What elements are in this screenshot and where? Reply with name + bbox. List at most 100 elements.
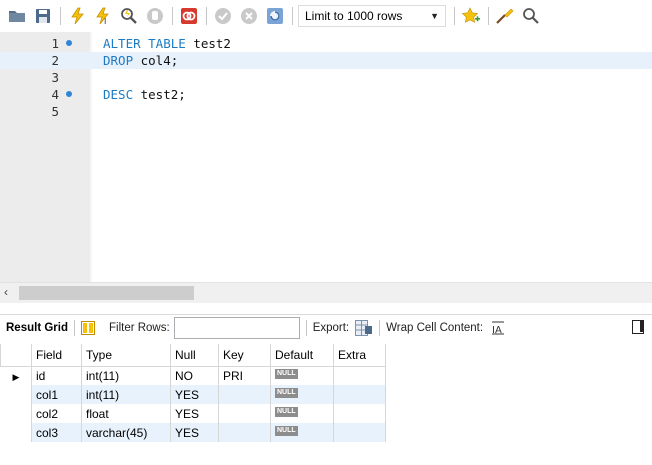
sql-keyword: DROP bbox=[103, 53, 134, 68]
add-snippet-icon[interactable] bbox=[460, 5, 482, 27]
sql-keyword: ALTER TABLE bbox=[103, 36, 186, 51]
stop-icon[interactable] bbox=[144, 5, 166, 27]
editor-line[interactable]: 1 ALTER TABLE test2 bbox=[0, 35, 652, 52]
cell-type[interactable]: float bbox=[81, 404, 171, 423]
cell-extra[interactable] bbox=[333, 366, 386, 385]
table-header-row: Field Type Null Key Default Extra bbox=[0, 344, 386, 367]
chevron-down-icon: ▼ bbox=[430, 11, 439, 21]
toolbar-separator bbox=[292, 7, 293, 25]
table-row[interactable]: ▶ id int(11) NO PRI NULL bbox=[0, 366, 386, 385]
toggle-continue-icon[interactable] bbox=[178, 5, 200, 27]
limit-rows-select[interactable]: Limit to 1000 rows ▼ bbox=[298, 5, 446, 27]
editor-line-current[interactable]: 2 DROP col4; bbox=[0, 52, 652, 69]
toggle-side-panel-icon[interactable] bbox=[632, 320, 644, 334]
column-header-field[interactable]: Field bbox=[31, 344, 82, 367]
result-grid-tab[interactable]: Result Grid bbox=[6, 322, 68, 334]
column-header-type[interactable]: Type bbox=[81, 344, 171, 367]
row-indicator-header bbox=[0, 344, 32, 367]
current-row-arrow-icon: ▶ bbox=[12, 371, 20, 382]
row-indicator[interactable] bbox=[0, 423, 32, 442]
result-toolbar: Result Grid Filter Rows: Export: Wrap Ce… bbox=[0, 314, 652, 340]
table-row[interactable]: col2 float YES NULL bbox=[0, 404, 386, 423]
form-editor-icon[interactable] bbox=[80, 320, 95, 335]
cell-type[interactable]: int(11) bbox=[81, 366, 171, 385]
execute-icon[interactable] bbox=[66, 5, 88, 27]
column-header-extra[interactable]: Extra bbox=[333, 344, 386, 367]
cell-extra[interactable] bbox=[333, 385, 386, 404]
toolbar-separator bbox=[454, 7, 455, 25]
find-icon[interactable] bbox=[520, 5, 542, 27]
export-icon[interactable] bbox=[355, 319, 373, 336]
wrap-cell-icon[interactable]: IA bbox=[491, 321, 505, 335]
line-number: 4 bbox=[51, 87, 59, 102]
line-number: 5 bbox=[51, 104, 59, 119]
null-badge: NULL bbox=[275, 387, 298, 398]
cell-key[interactable]: PRI bbox=[218, 366, 271, 385]
execute-current-icon[interactable]: I bbox=[92, 5, 114, 27]
scroll-left-arrow-icon[interactable]: ‹ bbox=[4, 285, 8, 299]
cell-key[interactable] bbox=[218, 423, 271, 442]
statement-marker-icon bbox=[66, 91, 72, 97]
cell-key[interactable] bbox=[218, 385, 271, 404]
svg-text:I: I bbox=[104, 17, 106, 25]
commit-icon[interactable] bbox=[212, 5, 234, 27]
explain-icon[interactable] bbox=[118, 5, 140, 27]
cell-null[interactable]: YES bbox=[170, 385, 219, 404]
column-header-null[interactable]: Null bbox=[170, 344, 219, 367]
cell-null[interactable]: YES bbox=[170, 404, 219, 423]
filter-rows-input[interactable] bbox=[173, 316, 300, 339]
cell-default[interactable]: NULL bbox=[270, 366, 334, 385]
toolbar-separator bbox=[73, 319, 75, 336]
rollback-icon[interactable] bbox=[238, 5, 260, 27]
result-grid-table[interactable]: Field Type Null Key Default Extra ▶ id i… bbox=[0, 344, 386, 442]
cell-type[interactable]: int(11) bbox=[81, 385, 171, 404]
line-number: 3 bbox=[51, 70, 59, 85]
column-header-default[interactable]: Default bbox=[270, 344, 334, 367]
cell-default[interactable]: NULL bbox=[270, 404, 334, 423]
statement-marker-icon bbox=[66, 40, 72, 46]
wrap-cell-content-label: Wrap Cell Content: bbox=[386, 321, 484, 334]
column-header-key[interactable]: Key bbox=[218, 344, 271, 367]
cell-null[interactable]: NO bbox=[170, 366, 219, 385]
cell-type[interactable]: varchar(45) bbox=[81, 423, 171, 442]
cell-null[interactable]: YES bbox=[170, 423, 219, 442]
toolbar-separator bbox=[305, 319, 307, 336]
table-row[interactable]: col1 int(11) YES NULL bbox=[0, 385, 386, 404]
code-text: DROP col4; bbox=[103, 52, 178, 69]
cell-field[interactable]: col3 bbox=[31, 423, 82, 442]
export-label: Export: bbox=[312, 321, 350, 334]
row-indicator[interactable]: ▶ bbox=[0, 366, 32, 385]
code-text: ALTER TABLE test2 bbox=[103, 35, 231, 52]
cell-extra[interactable] bbox=[333, 423, 386, 442]
open-folder-icon[interactable] bbox=[6, 5, 28, 27]
sql-identifier: test2; bbox=[133, 87, 186, 102]
sql-identifier: col4; bbox=[133, 53, 179, 68]
limit-rows-label: Limit to 1000 rows bbox=[305, 9, 403, 23]
save-icon[interactable] bbox=[32, 5, 54, 27]
editor-line[interactable]: 5 bbox=[0, 103, 652, 120]
cell-default[interactable]: NULL bbox=[270, 423, 334, 442]
editor-line[interactable]: 3 bbox=[0, 69, 652, 86]
sql-editor-toolbar: I Limit to 1000 rows ▼ bbox=[0, 0, 652, 32]
row-indicator[interactable] bbox=[0, 404, 32, 423]
cell-field[interactable]: col1 bbox=[31, 385, 82, 404]
beautify-icon[interactable] bbox=[494, 5, 516, 27]
code-text: DESC test2; bbox=[103, 86, 186, 103]
cell-extra[interactable] bbox=[333, 404, 386, 423]
filter-rows-label: Filter Rows: bbox=[108, 321, 170, 334]
autocommit-icon[interactable] bbox=[264, 5, 286, 27]
sql-editor[interactable]: 1 ALTER TABLE test2 2 DROP col4; 3 4 DES… bbox=[0, 32, 652, 282]
editor-line[interactable]: 4 DESC test2; bbox=[0, 86, 652, 103]
scrollbar-thumb[interactable] bbox=[19, 286, 194, 300]
sql-identifier: test2 bbox=[185, 36, 231, 51]
table-row[interactable]: col3 varchar(45) YES NULL bbox=[0, 423, 386, 442]
null-badge: NULL bbox=[275, 406, 298, 417]
toolbar-separator bbox=[206, 7, 207, 25]
editor-horizontal-scrollbar[interactable]: ‹ bbox=[0, 282, 652, 303]
sql-keyword: DESC bbox=[103, 87, 134, 102]
cell-field[interactable]: col2 bbox=[31, 404, 82, 423]
row-indicator[interactable] bbox=[0, 385, 32, 404]
cell-field[interactable]: id bbox=[31, 366, 82, 385]
cell-default[interactable]: NULL bbox=[270, 385, 334, 404]
cell-key[interactable] bbox=[218, 404, 271, 423]
